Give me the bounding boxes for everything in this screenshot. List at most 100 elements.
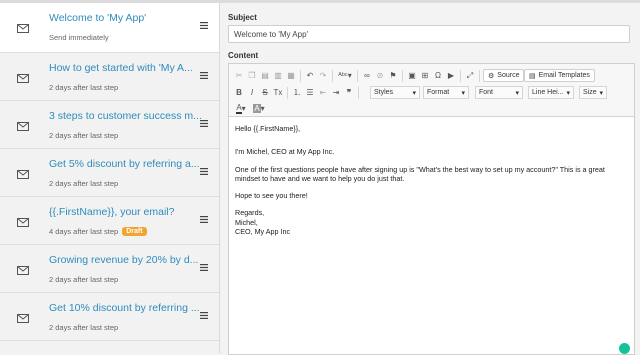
sequence-steps-sidebar: Welcome to 'My App' Send immediately How… [0,3,220,353]
line-height-dropdown[interactable]: Line Hei... ▾ [528,86,574,99]
background-color-icon[interactable]: A ▾ [251,102,267,115]
step-timing-text: 4 days after last step [49,227,119,236]
drag-handle-icon[interactable] [200,72,208,79]
font-label: Font [479,89,494,96]
email-templates-label: Email Templates [538,72,590,79]
body-signature-name: Michel, [235,217,258,227]
bulleted-list-icon[interactable]: ☰ [304,86,316,99]
paste-word-icon[interactable]: ▦ [285,69,297,82]
email-editor-panel: Subject Content ✂ ❐ ▤ ▥ ▦ ↶ ↷ ᴬᵇᶜ▾ ∞ ⊘ ⚑… [221,3,640,355]
toolbar-separator [479,70,480,82]
toolbar-separator [402,70,403,82]
font-dropdown[interactable]: Font ▾ [475,86,523,99]
anchor-flag-icon[interactable]: ⚑ [387,69,399,82]
email-icon [17,24,29,33]
paste-icon[interactable]: ▤ [259,69,271,82]
email-body[interactable]: Hello {{.FirstName}}, I'm Michel, CEO at… [235,124,630,236]
grammarly-icon[interactable] [619,343,630,354]
step-item-2[interactable]: How to get started with 'My A... 2 days … [0,53,219,101]
indent-icon[interactable]: ⇥ [330,86,342,99]
styles-dropdown[interactable]: Styles ▾ [370,86,420,99]
drag-handle-icon[interactable] [200,312,208,319]
step-item-1[interactable]: Welcome to 'My App' Send immediately [0,3,219,53]
step-item-6[interactable]: Growing revenue by 20% by d... 2 days af… [0,245,219,293]
outdent-icon[interactable]: ⇤ [317,86,329,99]
chevron-down-icon: ▾ [461,89,465,97]
body-hope: Hope to see you there! [235,191,308,201]
step-timing: 2 days after last step [49,275,119,284]
step-timing: 2 days after last step [49,131,119,140]
redo-icon[interactable]: ↷ [317,69,329,82]
numbered-list-icon[interactable]: ⒈ [291,86,303,99]
copy-icon[interactable]: ❐ [246,69,258,82]
content-label: Content [228,51,259,60]
spellcheck-icon[interactable]: ᴬᵇᶜ▾ [336,69,354,82]
step-timing: Send immediately [49,33,109,42]
chevron-down-icon: ▾ [599,89,603,97]
body-intro: I'm Michel, CEO at My App Inc. [235,147,335,157]
subject-input[interactable] [228,25,630,43]
blockquote-icon[interactable]: ❞ [343,86,355,99]
maximize-icon[interactable]: ⤢ [464,69,476,82]
unlink-icon[interactable]: ⊘ [374,69,386,82]
toolbar-separator [460,70,461,82]
chevron-down-icon: ▾ [412,89,416,97]
subject-label: Subject [228,13,257,22]
format-dropdown[interactable]: Format ▾ [423,86,469,99]
styles-label: Styles [374,89,394,96]
link-icon[interactable]: ∞ [361,69,373,82]
step-timing: 2 days after last step [49,83,119,92]
size-dropdown[interactable]: Size ▾ [579,86,607,99]
strikethrough-icon[interactable]: S [259,86,271,99]
drag-handle-icon[interactable] [200,264,208,271]
table-icon[interactable]: ⊞ [419,69,431,82]
step-item-3[interactable]: 3 steps to customer success m... 2 days … [0,101,219,149]
italic-icon[interactable]: I [246,86,258,99]
step-item-7[interactable]: Get 10% discount by referring ... 2 days… [0,293,219,341]
bold-icon[interactable]: B [233,86,245,99]
step-title: {{.FirstName}}, your email? [49,206,175,218]
drag-handle-icon[interactable] [200,120,208,127]
text-color-icon[interactable]: A ▾ [233,102,249,115]
body-regards: Regards, [235,208,265,218]
step-item-4[interactable]: Get 5% discount by referring a... 2 days… [0,149,219,197]
cut-icon[interactable]: ✂ [233,69,245,82]
toolbar-separator [357,70,358,82]
chevron-down-icon: ▾ [566,89,570,97]
step-title: Get 10% discount by referring ... [49,302,200,314]
editor-toolbar: ✂ ❐ ▤ ▥ ▦ ↶ ↷ ᴬᵇᶜ▾ ∞ ⊘ ⚑ ▣ ⊞ Ω ▶ ⤢ ⚙ Sour… [229,64,634,117]
email-icon [17,266,29,275]
rich-text-editor: ✂ ❐ ▤ ▥ ▦ ↶ ↷ ᴬᵇᶜ▾ ∞ ⊘ ⚑ ▣ ⊞ Ω ▶ ⤢ ⚙ Sour… [228,63,635,355]
drag-handle-icon[interactable] [200,168,208,175]
body-greeting: Hello {{.FirstName}}, [235,124,301,133]
remove-format-icon[interactable]: Tx [272,86,284,99]
drag-handle-icon[interactable] [200,22,208,29]
source-button[interactable]: ⚙ Source [483,69,525,82]
undo-icon[interactable]: ↶ [304,69,316,82]
email-icon [17,122,29,131]
step-timing: 4 days after last step Draft [49,227,147,236]
special-char-icon[interactable]: Ω [432,69,444,82]
format-label: Format [427,89,450,96]
toolbar-separator [332,70,333,82]
step-title: Welcome to 'My App' [49,12,147,24]
step-item-5[interactable]: {{.FirstName}}, your email? 4 days after… [0,197,219,245]
size-label: Size [583,89,597,96]
template-icon: ▤ [529,72,536,80]
step-title: Growing revenue by 20% by d... [49,254,199,266]
step-title: How to get started with 'My A... [49,62,193,74]
drag-handle-icon[interactable] [200,216,208,223]
body-signature-title: CEO, My App Inc [235,227,291,237]
email-icon [17,170,29,179]
image-icon[interactable]: ▣ [406,69,418,82]
step-timing: 2 days after last step [49,179,119,188]
toolbar-separator [300,70,301,82]
video-embed-icon[interactable]: ▶ [445,69,457,82]
paste-text-icon[interactable]: ▥ [272,69,284,82]
line-height-label: Line Hei... [532,89,564,96]
body-paragraph: One of the first questions people have a… [235,164,605,183]
step-title: Get 5% discount by referring a... [49,158,200,170]
email-templates-button[interactable]: ▤ Email Templates [524,69,595,82]
email-icon [17,74,29,83]
email-icon [17,314,29,323]
